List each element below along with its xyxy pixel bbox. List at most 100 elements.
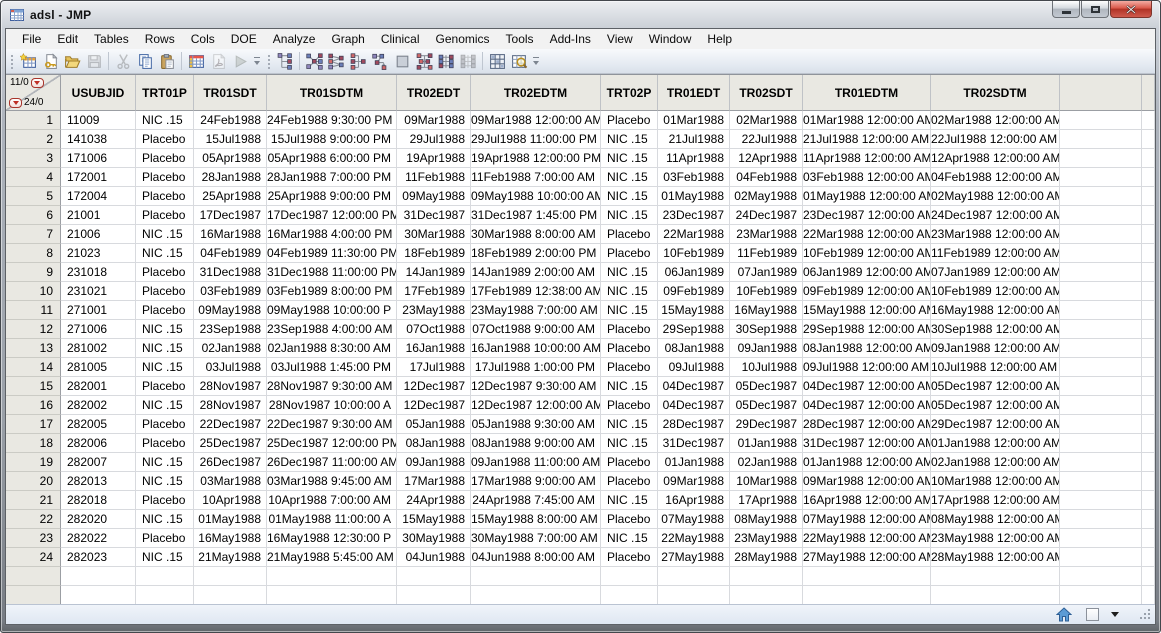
cell-tr01sdtm[interactable]: 25Dec1987 12:00:00 PM [267,434,397,453]
cell-tr01sdt[interactable]: 28Jan1988 [194,168,267,187]
cell-tr02sdt[interactable]: 23Mar1988 [730,225,803,244]
cell-trt02p[interactable]: Placebo [601,339,658,358]
cell-tr01sdt[interactable]: 31Dec1988 [194,263,267,282]
cell-tr02sdt[interactable]: 29Dec1987 [730,415,803,434]
cell-tr02edt[interactable]: 30May1988 [397,529,471,548]
cell-tr02edt[interactable]: 12Dec1987 [397,377,471,396]
cell-tr01edt[interactable]: 09Mar1988 [658,472,730,491]
cell-trt01p[interactable]: Placebo [136,263,194,282]
cell-tr02sdtm[interactable] [931,567,1060,586]
cell-trt01p[interactable]: Placebo [136,149,194,168]
cell-trt02p[interactable]: NIC .15 [601,301,658,320]
cell-usubjid[interactable]: 231018 [61,263,136,282]
cell-tr01sdtm[interactable]: 24Feb1988 9:30:00 PM [267,111,397,130]
menu-item-tables[interactable]: Tables [86,30,137,48]
cell-tr01sdtm[interactable]: 03Jul1988 1:45:00 PM [267,358,397,377]
cell-tr01edtm[interactable]: 06Jan1989 12:00:00 AM [803,263,931,282]
row-number[interactable]: 8 [6,244,61,263]
menu-item-help[interactable]: Help [699,30,740,48]
cell-tr02sdtm[interactable]: 28May1988 12:00:00 AM [931,548,1060,567]
cell-usubjid[interactable]: 171006 [61,149,136,168]
cell-tr02edt[interactable]: 14Jan1989 [397,263,471,282]
cell-usubjid[interactable]: 172004 [61,187,136,206]
cell-trt02p[interactable]: NIC .15 [601,206,658,225]
cell-tr02edtm[interactable]: 09Jan1988 11:00:00 AM [471,453,601,472]
cell-trt02p[interactable]: NIC .15 [601,434,658,453]
cell-tr01edt[interactable]: 04Dec1987 [658,396,730,415]
cell-tr02sdt[interactable]: 22Jul1988 [730,130,803,149]
cell-usubjid[interactable]: 271001 [61,301,136,320]
cell-tr01edt[interactable]: 03Feb1988 [658,168,730,187]
row-number[interactable]: 10 [6,282,61,301]
cell-tr02edtm[interactable]: 17Mar1988 9:00:00 AM [471,472,601,491]
row-number[interactable]: 5 [6,187,61,206]
cell-tr02edt[interactable] [397,567,471,586]
dropdown-arrow-icon[interactable] [1111,612,1119,617]
cell-trt01p[interactable]: NIC .15 [136,510,194,529]
cell-usubjid[interactable]: 281002 [61,339,136,358]
menu-item-tools[interactable]: Tools [498,30,542,48]
cell-tr02edt[interactable]: 19Apr1988 [397,149,471,168]
cell-tr02sdtm[interactable]: 10Feb1989 12:00:00 AM [931,282,1060,301]
row-number[interactable]: 12 [6,320,61,339]
document-key-icon[interactable] [39,50,61,72]
cell-trt01p[interactable]: NIC .15 [136,396,194,415]
cell-tr02sdtm[interactable]: 02Mar1988 12:00:00 AM [931,111,1060,130]
cell-tr02sdtm[interactable]: 23May1988 12:00:00 AM [931,529,1060,548]
cell-tr01edt[interactable]: 10Feb1989 [658,244,730,263]
cell-tr01edtm[interactable]: 09Feb1989 12:00:00 AM [803,282,931,301]
diagram-pairs-icon[interactable] [457,50,479,72]
menu-item-addins[interactable]: Add-Ins [542,30,599,48]
cell-tr02sdt[interactable]: 16May1988 [730,301,803,320]
resize-grip[interactable] [1140,609,1152,621]
copy-icon[interactable] [134,50,156,72]
cell-tr02edt[interactable]: 17Feb1989 [397,282,471,301]
cell-tr01edtm[interactable]: 04Dec1987 12:00:00 AM [803,396,931,415]
pdf-icon[interactable] [207,50,229,72]
column-header-tr01edt[interactable]: TR01EDT [658,75,730,111]
cell-tr02edt[interactable]: 05Jan1988 [397,415,471,434]
cell-trt02p[interactable]: Placebo [601,548,658,567]
cell-tr01edt[interactable]: 08Jan1988 [658,339,730,358]
cell-tr02sdt[interactable]: 05Dec1987 [730,396,803,415]
cell-usubjid[interactable]: 11009 [61,111,136,130]
cell-trt02p[interactable]: NIC .15 [601,491,658,510]
cell-trt02p[interactable] [601,586,658,604]
cell-tr01sdt[interactable]: 23Sep1988 [194,320,267,339]
cell-trt01p[interactable]: Placebo [136,377,194,396]
cell-tr02sdt[interactable] [730,567,803,586]
diagram-merge-icon[interactable] [347,50,369,72]
cell-tr02sdt[interactable]: 01Jan1988 [730,434,803,453]
toolbar-grip[interactable] [266,53,271,69]
cell-trt01p[interactable]: NIC .15 [136,453,194,472]
cell-usubjid[interactable]: 281005 [61,358,136,377]
cell-tr01sdtm[interactable]: 26Dec1987 11:00:00 AM [267,453,397,472]
cell-tr02sdt[interactable]: 30Sep1988 [730,320,803,339]
cell-tr01sdt[interactable]: 05Apr1988 [194,149,267,168]
row-number[interactable]: 3 [6,149,61,168]
cell-tr01sdtm[interactable]: 01May1988 11:00:00 A [267,510,397,529]
cell-trt01p[interactable]: Placebo [136,434,194,453]
cell-usubjid[interactable]: 282001 [61,377,136,396]
cell-trt01p[interactable]: NIC .15 [136,358,194,377]
cell-tr01sdtm[interactable]: 22Dec1987 9:30:00 AM [267,415,397,434]
diagram-network-icon[interactable] [369,50,391,72]
cell-tr01sdt[interactable]: 26Dec1987 [194,453,267,472]
cell-tr01edt[interactable]: 28Dec1987 [658,415,730,434]
cell-tr02edtm[interactable]: 17Feb1989 12:38:00 AM [471,282,601,301]
cell-usubjid[interactable]: 282002 [61,396,136,415]
cell-tr02edtm[interactable]: 05Jan1988 9:30:00 AM [471,415,601,434]
home-icon[interactable] [1056,607,1072,622]
cell-tr02sdtm[interactable]: 04Feb1988 12:00:00 AM [931,168,1060,187]
cell-tr02sdt[interactable]: 10Jul1988 [730,358,803,377]
menu-item-cols[interactable]: Cols [183,30,223,48]
cell-tr01edt[interactable]: 29Sep1988 [658,320,730,339]
cell-tr02sdt[interactable]: 10Feb1989 [730,282,803,301]
cell-tr01edtm[interactable]: 11Apr1988 12:00:00 AM [803,149,931,168]
cell-tr02sdtm[interactable]: 12Apr1988 12:00:00 AM [931,149,1060,168]
cell-tr02edt[interactable]: 04Jun1988 [397,548,471,567]
data-table-icon[interactable] [185,50,207,72]
cell-tr01edtm[interactable] [803,567,931,586]
cell-trt01p[interactable]: Placebo [136,130,194,149]
cell-tr01edt[interactable]: 01May1988 [658,187,730,206]
